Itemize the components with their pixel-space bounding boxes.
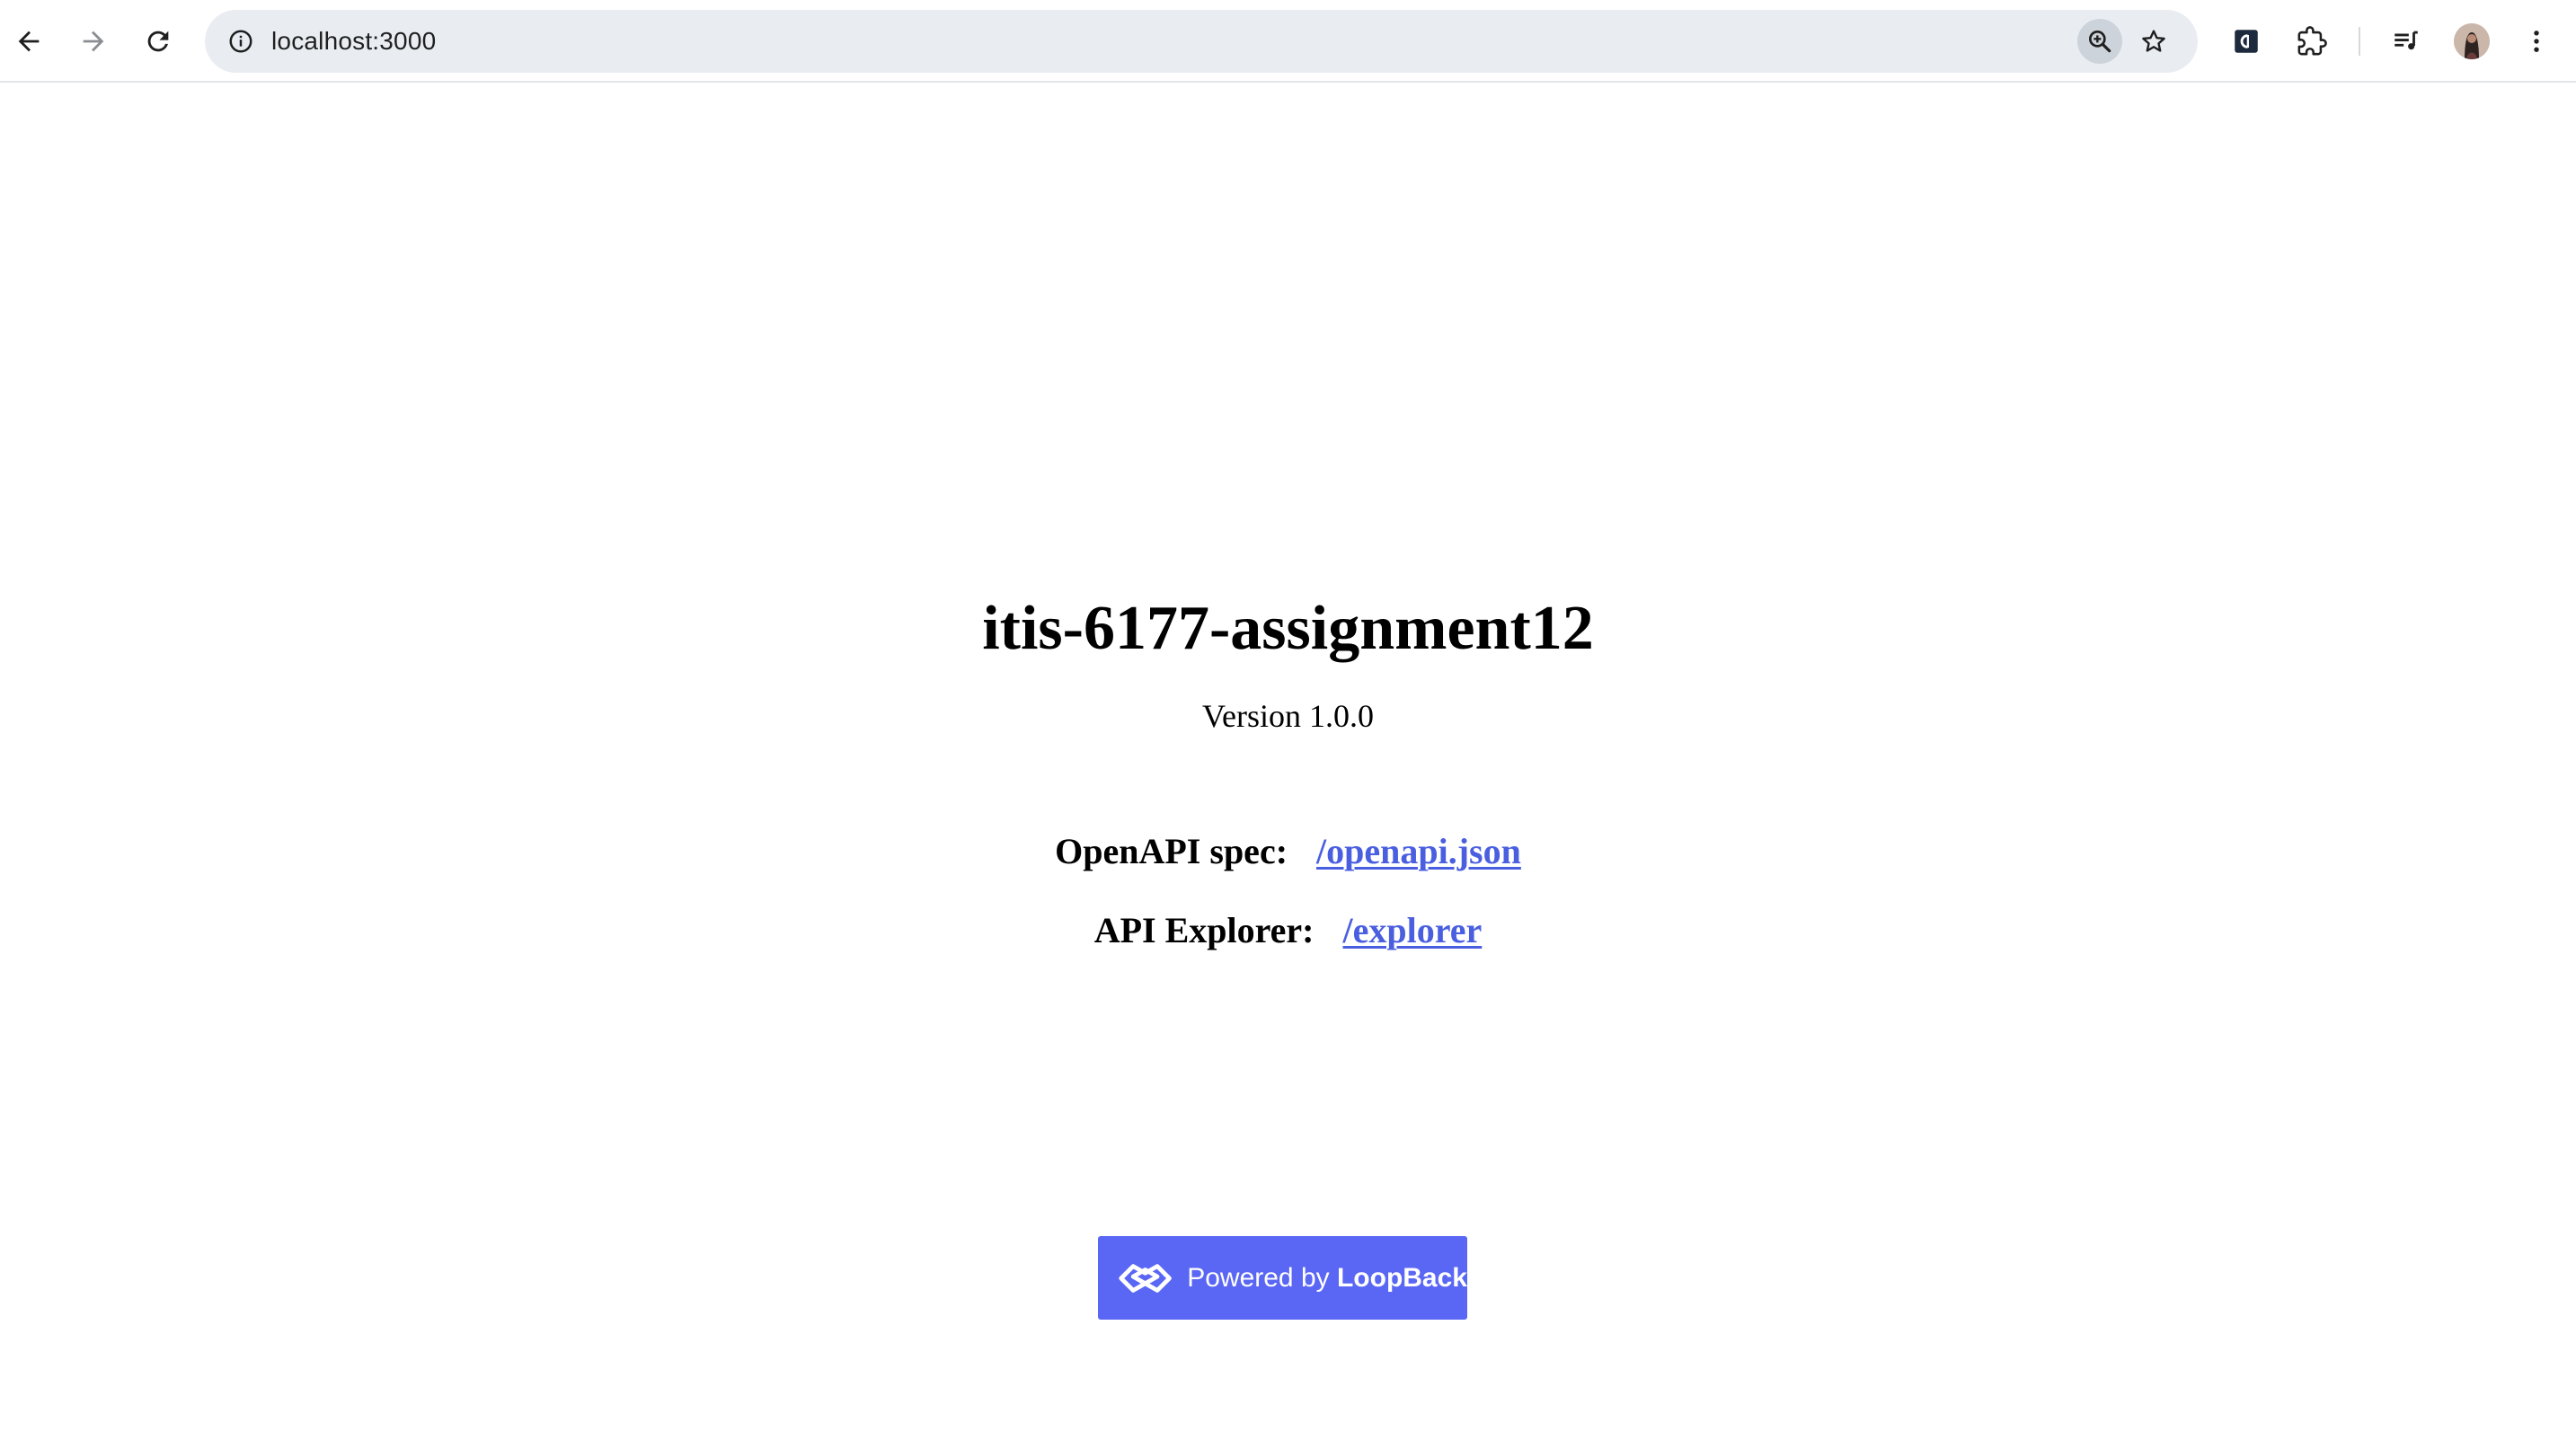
back-button[interactable]: [5, 18, 52, 65]
browser-toolbar: localhost:3000: [0, 0, 2576, 83]
toolbar-divider: [2359, 27, 2360, 56]
app-extension-button[interactable]: [2223, 18, 2270, 65]
site-info-button[interactable]: [221, 22, 261, 61]
forward-button[interactable]: [70, 18, 117, 65]
zoom-button[interactable]: [2077, 19, 2122, 64]
openapi-label: OpenAPI spec:: [1055, 831, 1288, 871]
reload-icon: [147, 31, 169, 52]
app-extension-icon: [2235, 30, 2258, 53]
avatar[interactable]: [2454, 23, 2490, 59]
page-title: itis-6177-assignment12: [982, 594, 1594, 663]
profile-avatar-icon: [2454, 23, 2490, 59]
powered-brand: LoopBack: [1336, 1263, 1467, 1293]
info-icon: [229, 30, 252, 53]
powered-by-loopback-button[interactable]: Powered by LoopBack: [1098, 1236, 1467, 1320]
powered-by-text: Powered by LoopBack: [1187, 1236, 1467, 1320]
media-controls-button[interactable]: [2383, 18, 2430, 65]
url-text[interactable]: localhost:3000: [271, 10, 436, 73]
openapi-row: OpenAPI spec: /openapi.json: [0, 825, 2576, 879]
version-text: Version 1.0.0: [1202, 698, 1374, 734]
explorer-link[interactable]: /explorer: [1343, 910, 1483, 950]
kebab-menu-icon: [2534, 31, 2539, 52]
puzzle-icon: [2297, 26, 2327, 56]
explorer-row: API Explorer: /explorer: [0, 904, 2576, 958]
bookmark-button[interactable]: [2131, 19, 2176, 64]
zoom-icon: [2089, 30, 2111, 53]
loopback-logo-icon: [1119, 1263, 1172, 1293]
explorer-label: API Explorer:: [1093, 910, 1315, 950]
openapi-link[interactable]: /openapi.json: [1316, 831, 1521, 871]
address-bar[interactable]: localhost:3000: [205, 10, 2198, 73]
arrow-right-icon: [83, 31, 104, 52]
reload-button[interactable]: [135, 18, 181, 65]
arrow-left-icon: [18, 31, 40, 52]
extensions-button[interactable]: [2288, 18, 2335, 65]
media-queue-icon: [2395, 31, 2418, 50]
star-icon: [2142, 30, 2165, 52]
browser-menu-button[interactable]: [2513, 18, 2560, 65]
powered-prefix: Powered by: [1187, 1263, 1337, 1293]
